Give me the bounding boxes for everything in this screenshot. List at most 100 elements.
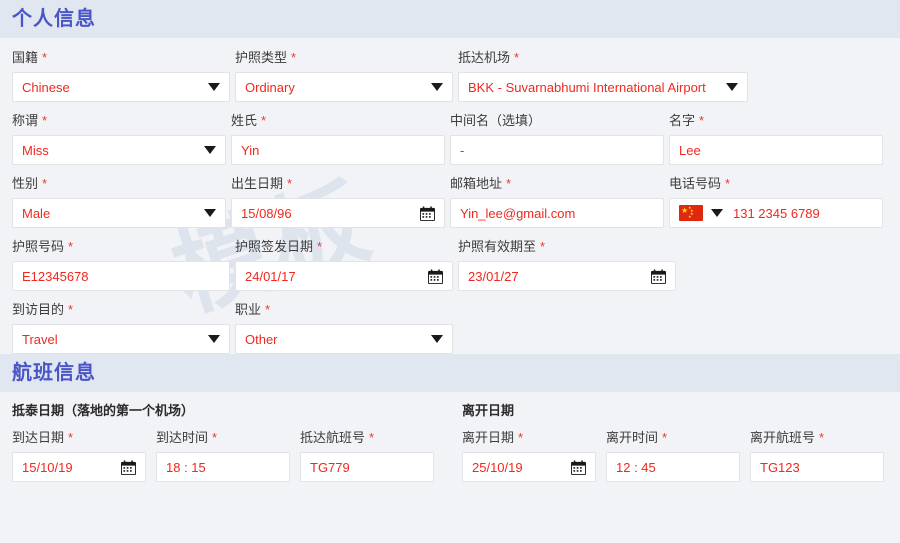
required-marker: * [518,430,524,445]
field-label-离开日期: 离开日期 * [462,430,524,445]
field-value-抵达机场: BKK - Suvarnabhumi International Airport [468,79,706,95]
select-称谓[interactable]: Miss [12,135,226,165]
field-中间名选填: 中间名（选填） - [450,107,664,165]
field-职业: 职业 * Other [235,296,453,354]
calendar-icon[interactable] [420,205,435,221]
field-value-护照类型: Ordinary [245,79,295,95]
text-input-抵达航班号[interactable]: TG779 [300,452,434,482]
date-input-到达日期[interactable]: 15/10/19 [12,452,146,482]
personal-row-1: 国籍 * Chinese 护照类型 * Ordinary 抵达机场 * BKK - Suvarn… [12,44,888,102]
calendar-icon[interactable] [121,459,136,475]
chevron-down-icon[interactable] [204,209,216,217]
required-marker: * [291,50,297,65]
field-label-护照类型: 护照类型 * [235,50,297,65]
select-性别[interactable]: Male [12,198,226,228]
required-marker: * [725,176,731,191]
field-value-称谓: Miss [22,142,49,158]
required-marker: * [699,113,705,128]
field-value-离开航班号: TG123 [760,459,800,475]
departure-group-label: 离开日期 [462,403,515,418]
chevron-down-icon[interactable] [431,83,443,91]
text-input-到达时间[interactable]: 18 : 15 [156,452,290,482]
text-input-名字[interactable]: Lee [669,135,883,165]
chevron-down-icon[interactable] [726,83,738,91]
field-护照号码: 护照号码 * E12345678 [12,233,230,291]
select-抵达机场[interactable]: BKK - Suvarnabhumi International Airport [458,72,748,102]
field-label-到达时间: 到达时间 * [156,430,218,445]
field-label-邮箱地址: 邮箱地址 * [450,176,512,191]
field-抵达航班号: 抵达航班号 * TG779 [300,424,434,482]
text-input-中间名选填[interactable]: - [450,135,664,165]
select-到访目的[interactable]: Travel [12,324,230,354]
personal-info-section-body: 国籍 * Chinese 护照类型 * Ordinary 抵达机场 * BKK - Suvarn… [0,44,900,354]
field-到访目的: 到访目的 * Travel [12,296,230,354]
field-value-电话号码: 131 2345 6789 [733,205,820,221]
date-input-出生日期[interactable]: 15/08/96 [231,198,445,228]
field-电话号码: 电话号码 * ★ ★ ★ ★ ★ 131 2345 6789 [669,170,883,228]
date-input-离开日期[interactable]: 25/10/19 [462,452,596,482]
field-value-出生日期: 15/08/96 [241,205,292,221]
select-国籍[interactable]: Chinese [12,72,230,102]
calendar-icon[interactable] [571,459,586,475]
required-marker: * [506,176,512,191]
cn-flag-icon: ★ ★ ★ ★ ★ [679,205,703,221]
field-到达日期: 到达日期 * 15/10/19 [12,424,146,482]
field-label-职业: 职业 * [235,302,271,317]
field-label-姓氏: 姓氏 * [231,113,267,128]
text-input-离开时间[interactable]: 12 : 45 [606,452,740,482]
text-input-离开航班号[interactable]: TG123 [750,452,884,482]
field-label-性别: 性别 * [12,176,48,191]
field-label-离开时间: 离开时间 * [606,430,668,445]
field-护照类型: 护照类型 * Ordinary [235,44,453,102]
arrival-fields-row: 到达日期 * 15/10/19 到达时间 * 18 : 15 抵达航班号 * TG779 [12,424,444,482]
date-input-护照有效期至[interactable]: 23/01/27 [458,261,676,291]
personal-row-3: 性别 * Male 出生日期 * 15/08/96 邮箱地址 * Yin_lee@gmail.c… [12,170,888,228]
select-护照类型[interactable]: Ordinary [235,72,453,102]
field-label-护照签发日期: 护照签发日期 * [235,239,323,254]
required-marker: * [68,302,74,317]
registration-form-page: 模板 个人信息 国籍 * Chinese 护照类型 * Ordinary 抵达机场 * BKK … [0,0,900,543]
field-label-到达日期: 到达日期 * [12,430,74,445]
field-value-职业: Other [245,331,278,347]
text-input-邮箱地址[interactable]: Yin_lee@gmail.com [450,198,664,228]
field-label-离开航班号: 离开航班号 * [750,430,825,445]
flight-info-section-header: 航班信息 [0,354,900,392]
field-label-称谓: 称谓 * [12,113,48,128]
country-code-chevron-down-icon[interactable] [711,209,723,217]
required-marker: * [514,50,520,65]
field-到达时间: 到达时间 * 18 : 15 [156,424,290,482]
field-离开日期: 离开日期 * 25/10/19 [462,424,596,482]
chevron-down-icon[interactable] [208,83,220,91]
required-marker: * [261,113,267,128]
field-称谓: 称谓 * Miss [12,107,226,165]
calendar-icon[interactable] [428,268,443,284]
field-value-抵达航班号: TG779 [310,459,350,475]
select-职业[interactable]: Other [235,324,453,354]
field-label-名字: 名字 * [669,113,705,128]
field-value-到达时间: 18 : 15 [166,459,206,475]
arrival-group-label: 抵泰日期（落地的第一个机场） [12,403,195,418]
required-marker: * [42,113,48,128]
phone-input-电话号码[interactable]: ★ ★ ★ ★ ★ 131 2345 6789 [669,198,883,228]
chevron-down-icon[interactable] [204,146,216,154]
required-marker: * [819,430,825,445]
text-input-姓氏[interactable]: Yin [231,135,445,165]
field-value-国籍: Chinese [22,79,70,95]
field-value-离开时间: 12 : 45 [616,459,656,475]
required-marker: * [212,430,218,445]
text-input-护照号码[interactable]: E12345678 [12,261,230,291]
personal-row-2: 称谓 * Miss 姓氏 * Yin 中间名（选填） - 名字 * Lee [12,107,888,165]
field-离开航班号: 离开航班号 * TG123 [750,424,884,482]
personal-row-5: 到访目的 * Travel 职业 * Other [12,296,888,354]
calendar-icon[interactable] [651,268,666,284]
field-护照签发日期: 护照签发日期 * 24/01/17 [235,233,453,291]
field-国籍: 国籍 * Chinese [12,44,230,102]
chevron-down-icon[interactable] [208,335,220,343]
chevron-down-icon[interactable] [431,335,443,343]
field-label-抵达机场: 抵达机场 * [458,50,520,65]
date-input-护照签发日期[interactable]: 24/01/17 [235,261,453,291]
field-value-到达日期: 15/10/19 [22,459,73,475]
field-邮箱地址: 邮箱地址 * Yin_lee@gmail.com [450,170,664,228]
field-label-护照号码: 护照号码 * [12,239,74,254]
field-value-邮箱地址: Yin_lee@gmail.com [460,205,576,221]
